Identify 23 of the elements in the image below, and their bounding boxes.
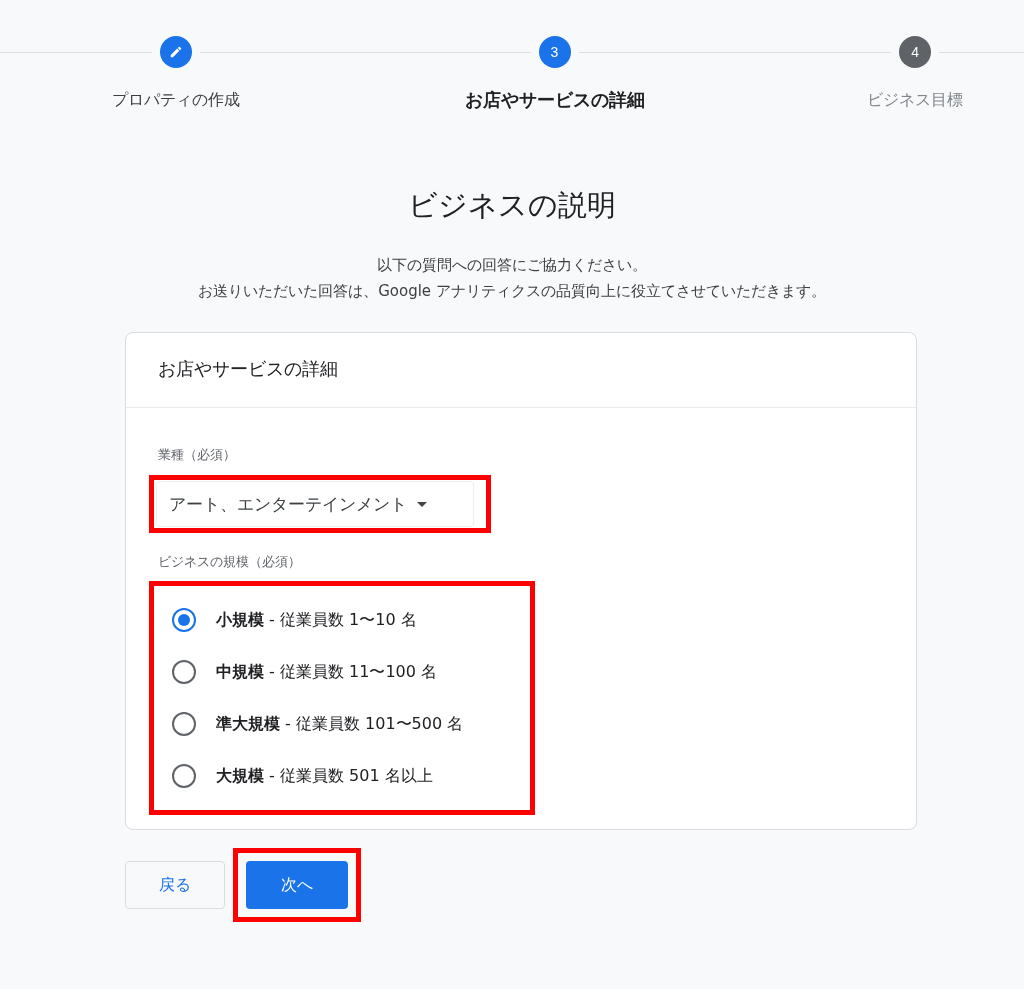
radio-label: 大規模 - 従業員数 501 名以上 <box>216 765 433 787</box>
radio-button[interactable] <box>172 764 196 788</box>
radio-button[interactable] <box>172 660 196 684</box>
next-button[interactable]: 次へ <box>246 861 348 909</box>
radio-button[interactable] <box>172 712 196 736</box>
field-label: ビジネスの規模（必須） <box>158 553 302 571</box>
field-label: 業種（必須） <box>158 446 237 464</box>
radio-button[interactable] <box>172 608 196 632</box>
step-label: お店やサービスの詳細 <box>464 88 645 112</box>
radio-label: 小規模 - 従業員数 1〜10 名 <box>216 609 417 631</box>
caret-icon <box>417 501 427 507</box>
card-title: お店やサービスの詳細 <box>126 333 916 408</box>
step-number: 4 <box>899 36 932 68</box>
industry-dropdown[interactable]: アート、エンターテインメント <box>156 481 474 527</box>
back-button[interactable]: 戻る <box>125 861 225 909</box>
step-label: プロパティの作成 <box>111 90 240 111</box>
description-text: 以下の質問への回答にご協力ください。 <box>376 255 648 276</box>
step-label: ビジネス目標 <box>867 90 964 111</box>
radio-label: 中規模 - 従業員数 11〜100 名 <box>216 661 437 683</box>
step-number: 3 <box>538 36 571 68</box>
page-title: ビジネスの説明 <box>407 187 617 224</box>
description-text: お送りいただいた回答は、Google アナリティクスの品質向上に役立てさせていただきます。 <box>197 281 827 302</box>
radio-label: 準大規模 - 従業員数 101〜500 名 <box>216 713 464 735</box>
